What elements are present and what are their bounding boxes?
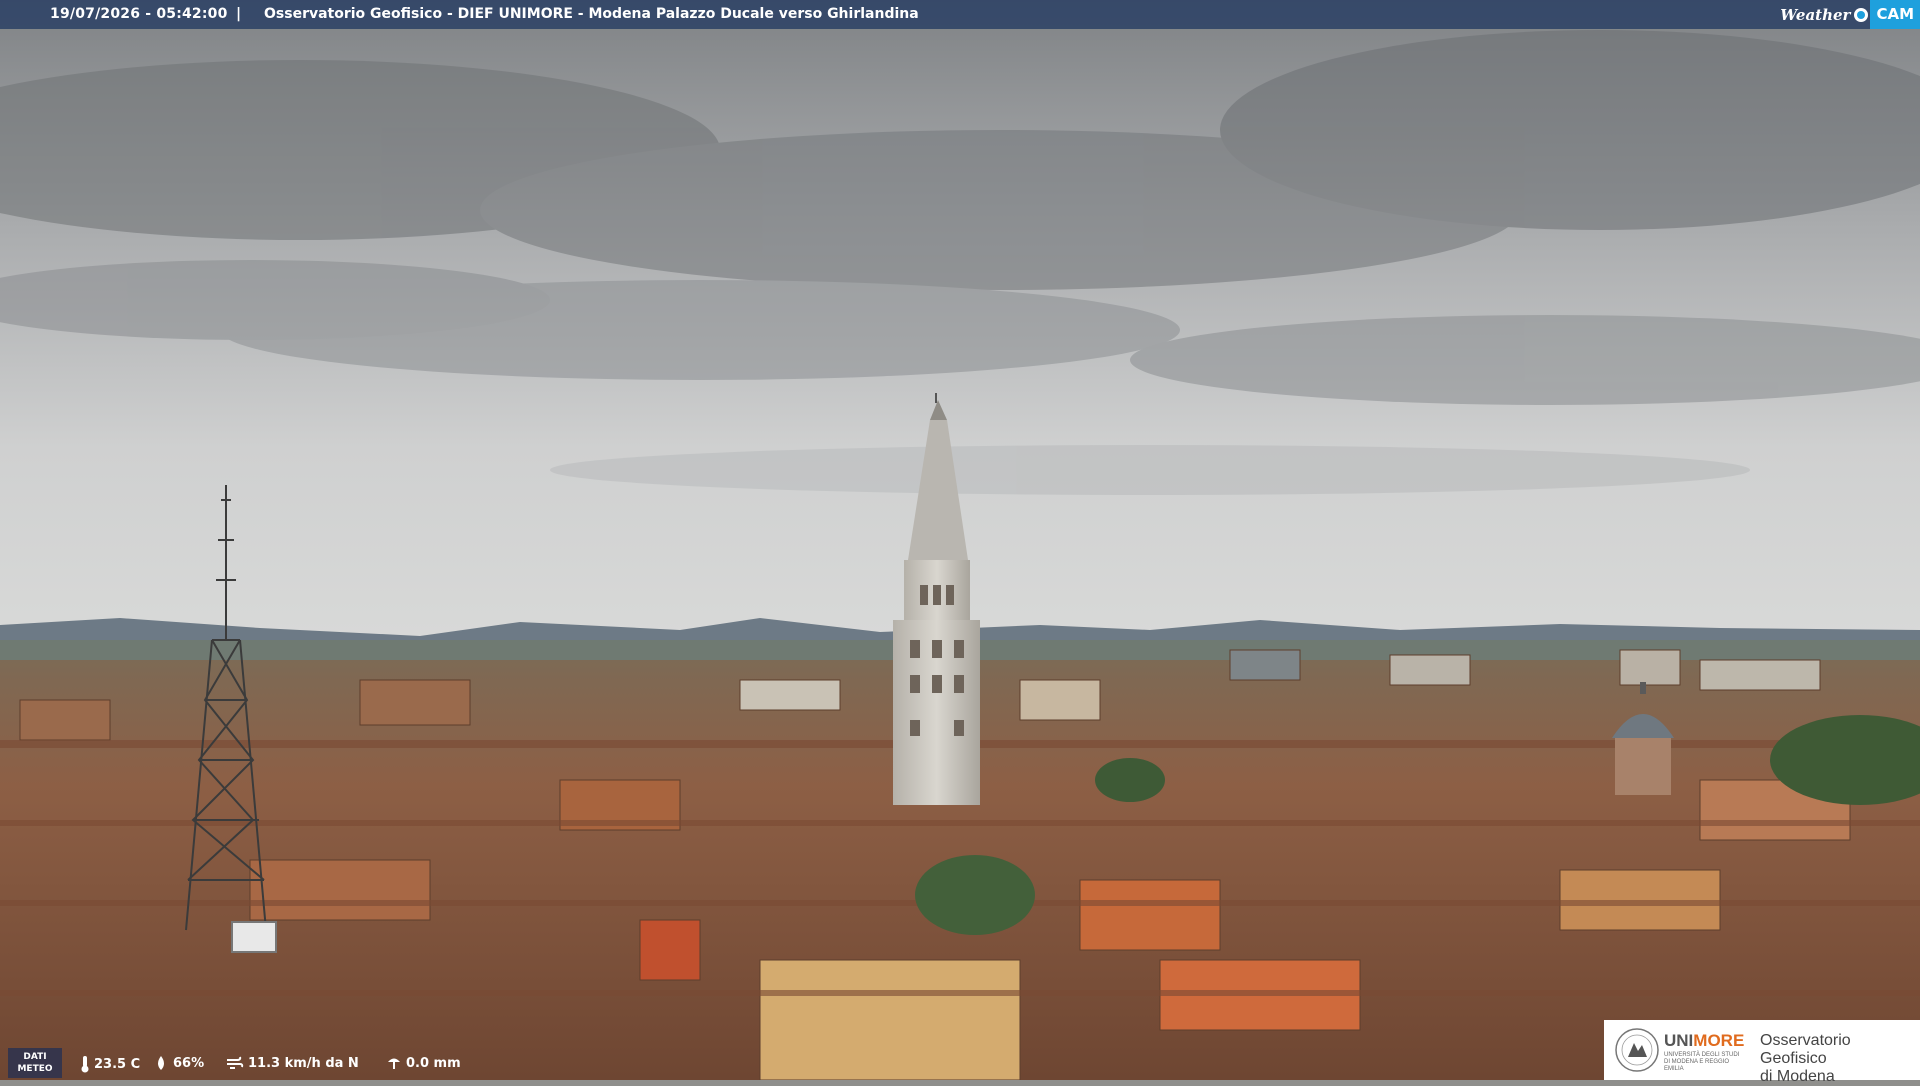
uni-text: UNI bbox=[1664, 1031, 1694, 1050]
dati-meteo-label: DATI METEO bbox=[8, 1048, 62, 1078]
humidity-reading: 66% bbox=[153, 1055, 204, 1071]
rain-value: 0.0 mm bbox=[406, 1055, 461, 1071]
caption-bar: 19/07/2026 - 05:42:00 | Osservatorio Geo… bbox=[0, 0, 1920, 29]
thermometer-icon bbox=[81, 1056, 89, 1073]
dati-label: DATI bbox=[23, 1052, 47, 1062]
temperature-reading: 23.5 C bbox=[80, 1055, 140, 1073]
wind-value: 11.3 km/h da N bbox=[248, 1055, 359, 1071]
unimore-wordmark: UNIMORE bbox=[1664, 1031, 1744, 1051]
weathercam-logo: Weather CAM bbox=[1780, 0, 1920, 29]
rain-gauge-icon bbox=[388, 1058, 400, 1069]
humidity-value: 66% bbox=[173, 1055, 205, 1071]
observatory-name: Osservatorio Geofisico di Modena bbox=[1760, 1032, 1920, 1086]
weather-data-bar: DATI METEO 23.5 C 66% 11.3 km/h da N 0.0… bbox=[0, 1046, 1000, 1080]
observatory-line2: di Modena bbox=[1760, 1068, 1835, 1085]
weathercam-icon bbox=[1854, 7, 1869, 22]
meteo-label: METEO bbox=[17, 1064, 53, 1074]
wind-icon bbox=[227, 1056, 244, 1069]
rain-reading: 0.0 mm bbox=[386, 1055, 461, 1071]
humidity-drop-icon bbox=[158, 1056, 164, 1070]
temperature-value: 23.5 C bbox=[94, 1056, 141, 1072]
brand-cam: CAM bbox=[1870, 0, 1920, 29]
wind-reading: 11.3 km/h da N bbox=[226, 1055, 359, 1071]
camera-title: Osservatorio Geofisico - DIEF UNIMORE - … bbox=[264, 6, 919, 22]
university-subtitle: UNIVERSITÀ DEGLI STUDI DI MODENA E REGGI… bbox=[1664, 1052, 1740, 1072]
university-seal-icon bbox=[1615, 1028, 1659, 1072]
timestamp: 19/07/2026 - 05:42:00 bbox=[50, 6, 228, 22]
webcam-image bbox=[0, 0, 1920, 1080]
more-text: MORE bbox=[1693, 1031, 1745, 1050]
caption-separator: | bbox=[236, 6, 242, 22]
brand-weather: Weather bbox=[1780, 5, 1851, 24]
unimore-logo: UNIMORE UNIVERSITÀ DEGLI STUDI DI MODENA… bbox=[1604, 1020, 1920, 1085]
observatory-line1: Osservatorio Geofisico bbox=[1760, 1032, 1851, 1067]
